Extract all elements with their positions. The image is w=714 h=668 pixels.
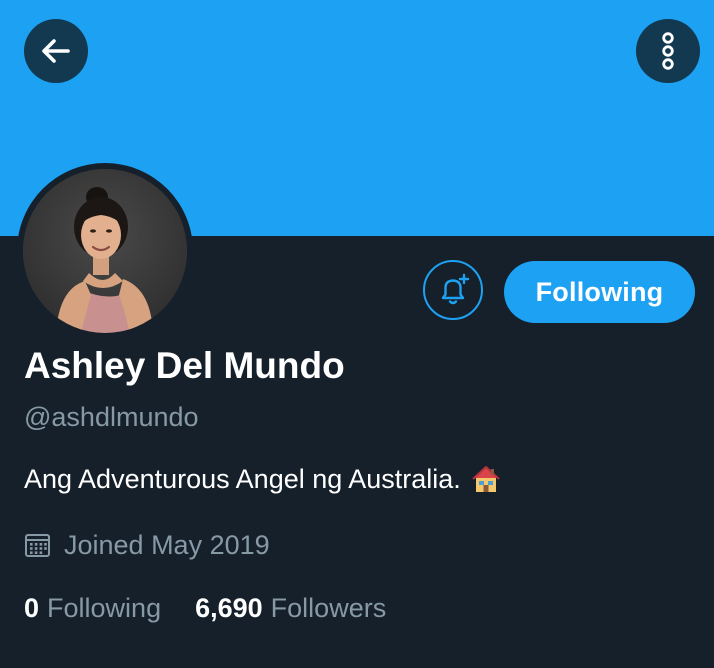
bio: Ang Adventurous Angel ng Australia. [24,462,501,496]
following-count: 0 [24,593,40,623]
joined-text: Joined May 2019 [64,530,270,560]
joined-date: Joined May 2019 [24,528,270,562]
followers-count: 6,690 [195,593,263,623]
followers-label: Followers [270,593,387,623]
user-handle: @ashdlmundo [24,402,199,432]
following-button[interactable]: Following [504,261,695,323]
calendar-icon [24,532,51,559]
follow-stats: 0 Following 6,690 Followers [24,590,386,626]
notifications-button[interactable] [423,260,483,320]
house-emoji-icon [471,464,501,494]
back-button[interactable] [24,19,88,83]
bio-text: Ang Adventurous Angel ng Australia. [24,464,461,494]
profile-photo [23,169,187,333]
more-options-button[interactable] [636,19,700,83]
display-name: Ashley Del Mundo [24,345,345,386]
avatar[interactable] [17,163,193,339]
followers-stat-link[interactable]: 6,690 Followers [195,590,386,626]
bell-plus-icon [441,273,470,305]
following-label: Following [47,593,162,623]
following-stat-link[interactable]: 0 Following [24,590,161,626]
more-vertical-icon [662,32,674,70]
profile-screen: Following Ashley Del Mundo @ashdlmundo A… [0,0,714,668]
arrow-left-icon [42,39,70,63]
